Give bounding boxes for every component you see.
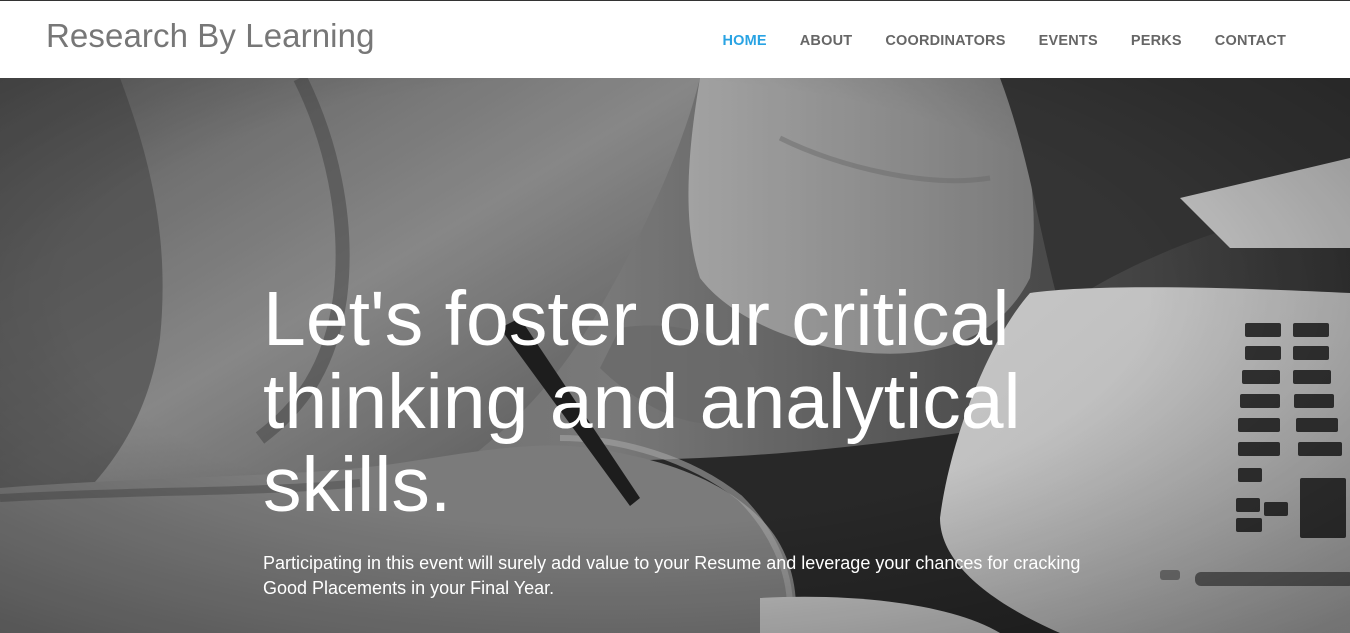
hero-headline: Let's foster our critical thinking and a…	[263, 276, 1021, 528]
hero-section: Let's foster our critical thinking and a…	[0, 78, 1350, 633]
navbar: Research By Learning HOME ABOUT COORDINA…	[0, 0, 1350, 78]
nav-item-about: ABOUT	[800, 32, 853, 50]
nav-item-contact: CONTACT	[1215, 32, 1286, 50]
nav-link-contact[interactable]: CONTACT	[1215, 33, 1286, 49]
nav-link-home[interactable]: HOME	[722, 33, 766, 49]
nav-link-events[interactable]: EVENTS	[1039, 33, 1098, 49]
nav-item-home: HOME	[722, 32, 766, 50]
main-nav: HOME ABOUT COORDINATORS EVENTS PERKS CON…	[689, 32, 1286, 50]
brand-logo-link[interactable]: Research By Learning	[46, 17, 375, 55]
nav-link-perks[interactable]: PERKS	[1131, 33, 1182, 49]
hero-subtext: Participating in this event will surely …	[263, 553, 1081, 598]
nav-item-perks: PERKS	[1131, 32, 1182, 50]
nav-item-events: EVENTS	[1039, 32, 1098, 50]
nav-item-coordinators: COORDINATORS	[885, 32, 1005, 50]
nav-link-about[interactable]: ABOUT	[800, 33, 853, 49]
nav-link-coordinators[interactable]: COORDINATORS	[885, 33, 1005, 49]
